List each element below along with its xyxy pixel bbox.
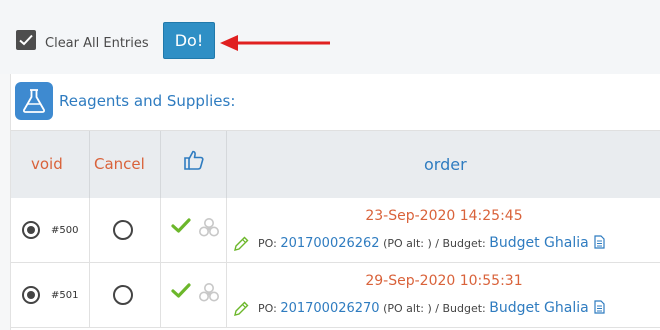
red-arrow-annotation <box>220 35 330 51</box>
row-number: #501 <box>51 290 79 301</box>
biohazard-icon <box>199 218 219 237</box>
void-radio[interactable] <box>22 221 40 239</box>
clear-all-label: Clear All Entries <box>45 36 149 51</box>
order-cell: 23-Sep-2020 14:25:45 PO: 201700026262 (P… <box>227 198 660 262</box>
cancel-radio[interactable] <box>113 285 133 305</box>
panel-header: Reagents and Supplies: <box>11 74 660 131</box>
budget-link[interactable]: Budget Ghalia <box>489 235 588 251</box>
po-alt: (PO alt: ) <box>383 302 432 315</box>
green-check-icon <box>171 218 191 233</box>
row-number: #500 <box>51 225 79 236</box>
column-approve <box>161 131 227 198</box>
budget-label: / Budget: <box>435 302 486 315</box>
budget-label: / Budget: <box>435 237 486 250</box>
edit-pencil-icon[interactable] <box>233 301 249 317</box>
document-icon[interactable] <box>594 235 605 249</box>
po-label: PO: <box>258 302 277 315</box>
po-alt: (PO alt: ) <box>383 237 432 250</box>
table-header: void Cancel order <box>11 131 660 198</box>
flask-icon <box>15 82 53 120</box>
column-order-label: order <box>424 155 467 174</box>
thumbs-up-icon <box>184 150 204 170</box>
checkmark-icon <box>19 34 33 46</box>
biohazard-icon <box>199 283 219 302</box>
clear-all-checkbox[interactable] <box>16 30 36 50</box>
order-date: 29-Sep-2020 10:55:31 <box>365 273 523 289</box>
table-row: #500 23-Sep-2020 14:25:45 PO: 2017000262… <box>11 198 660 263</box>
toolbar: Clear All Entries Do! <box>0 0 660 74</box>
po-number-link[interactable]: 201700026262 <box>280 236 379 251</box>
do-button[interactable]: Do! <box>163 22 215 59</box>
document-icon[interactable] <box>594 300 605 314</box>
table-row: #501 29-Sep-2020 10:55:31 PO: 2017000262… <box>11 263 660 328</box>
order-details: PO: 201700026270 (PO alt: ) / Budget: Bu… <box>258 300 605 316</box>
column-void-label: void <box>31 155 63 173</box>
green-check-icon <box>171 283 191 298</box>
order-cell: 29-Sep-2020 10:55:31 PO: 201700026270 (P… <box>227 263 660 327</box>
cancel-cell <box>90 263 161 327</box>
void-cell: #500 <box>11 198 90 262</box>
column-void: void <box>11 131 90 198</box>
void-cell: #501 <box>11 263 90 327</box>
cancel-radio[interactable] <box>113 220 133 240</box>
budget-link[interactable]: Budget Ghalia <box>489 300 588 316</box>
order-details: PO: 201700026262 (PO alt: ) / Budget: Bu… <box>258 235 605 251</box>
section-title: Reagents and Supplies: <box>59 92 236 110</box>
order-date: 23-Sep-2020 14:25:45 <box>365 208 523 224</box>
po-number-link[interactable]: 201700026270 <box>280 301 379 316</box>
edit-pencil-icon[interactable] <box>233 236 249 252</box>
void-radio[interactable] <box>22 286 40 304</box>
column-order: order <box>227 131 660 198</box>
column-cancel-label: Cancel <box>94 155 145 173</box>
reagents-panel: Reagents and Supplies: void Cancel order… <box>10 74 660 330</box>
po-label: PO: <box>258 237 277 250</box>
column-cancel: Cancel <box>90 131 161 198</box>
cancel-cell <box>90 198 161 262</box>
approve-cell <box>161 263 227 327</box>
approve-cell <box>161 198 227 262</box>
